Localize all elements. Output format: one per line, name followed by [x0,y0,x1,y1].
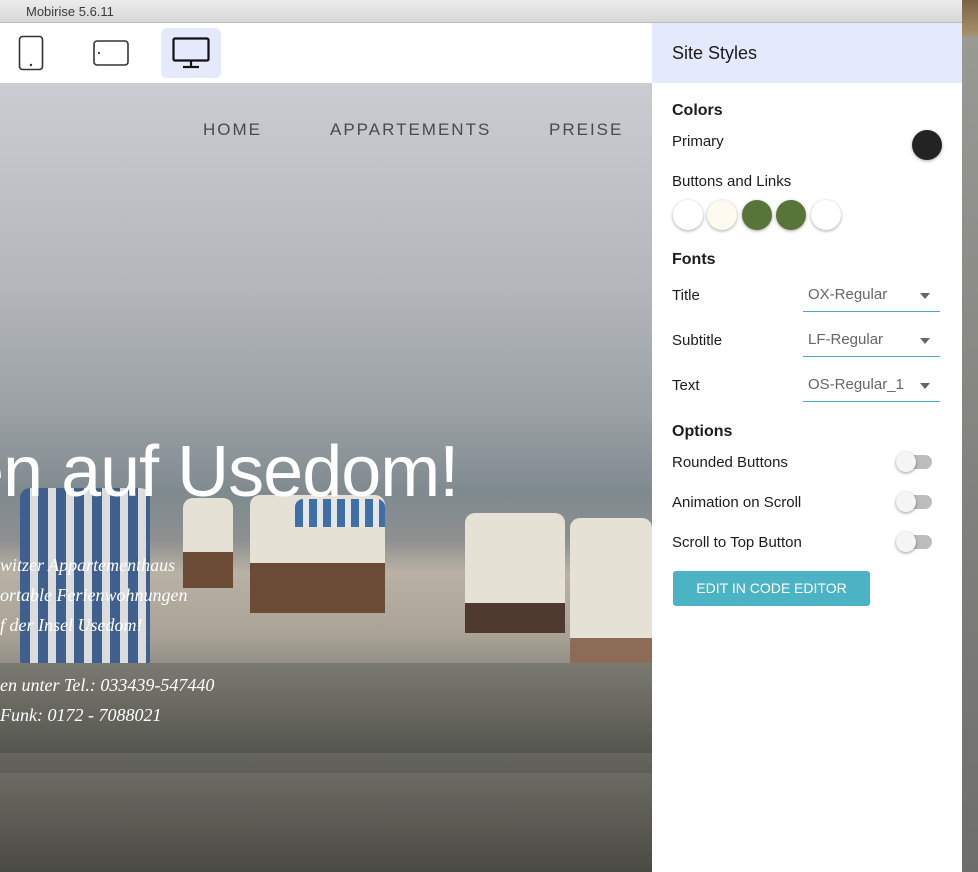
nav-link-appartements[interactable]: APPARTEMENTS [330,120,491,140]
text-font-select[interactable]: OS-Regular_1 [803,370,940,402]
hero-title: en auf Usedom! [0,432,459,512]
buttons-links-label: Buttons and Links [672,173,792,190]
driftwood-image [0,773,652,872]
fonts-heading: Fonts [672,251,716,268]
site-preview[interactable]: HOME APPARTEMENTS PREISE en auf Usedom! … [0,83,652,872]
options-heading: Options [672,423,733,440]
title-font-value: OX-Regular [808,286,888,303]
button-color-swatch[interactable] [742,200,772,230]
chevron-down-icon [920,293,930,299]
title-font-label: Title [672,287,700,304]
scroll-top-label: Scroll to Top Button [672,534,802,551]
tablet-view-button[interactable] [81,28,141,78]
animation-scroll-toggle[interactable] [896,492,932,512]
button-color-swatch[interactable] [811,200,841,230]
button-color-swatch[interactable] [673,200,703,230]
subtitle-font-value: LF-Regular [808,331,884,348]
desktop-view-button[interactable] [161,28,221,78]
window-titlebar: Mobirise 5.6.11 [0,0,962,23]
title-font-select[interactable]: OX-Regular [803,280,940,312]
chevron-down-icon [920,338,930,344]
nav-link-home[interactable]: HOME [203,120,262,140]
rounded-buttons-toggle[interactable] [896,452,932,472]
device-toolbar [0,23,652,83]
beach-chair-image [570,518,652,678]
primary-color-swatch[interactable] [912,130,942,160]
phone-view-button[interactable] [1,28,61,78]
hero-text-line: Funk: 0172 - 7088021 [0,705,162,725]
animation-scroll-label: Animation on Scroll [672,494,802,511]
phone-icon [18,35,44,71]
colors-heading: Colors [672,102,723,119]
window-title: Mobirise 5.6.11 [26,4,114,19]
primary-color-label: Primary [672,133,724,150]
beach-chair-image [465,513,565,633]
button-color-swatch[interactable] [707,200,737,230]
panel-title: Site Styles [652,23,962,83]
nav-link-preise[interactable]: PREISE [549,120,623,140]
chevron-down-icon [920,383,930,389]
site-styles-panel: Site Styles Colors Primary Buttons and L… [652,23,962,872]
subtitle-font-label: Subtitle [672,332,723,349]
text-font-label: Text [672,377,700,394]
hero-text-line: en unter Tel.: 033439-547440 [0,675,215,695]
desktop-icon [172,37,210,69]
hero-text-line: witzer Appartementhaus [0,555,176,575]
edit-in-code-editor-button[interactable]: EDIT IN CODE EDITOR [673,571,870,606]
scroll-top-toggle[interactable] [896,532,932,552]
tablet-icon [93,40,129,66]
hero-text-line: f der Insel Usedom! [0,615,143,635]
button-color-swatch[interactable] [776,200,806,230]
text-font-value: OS-Regular_1 [808,376,904,393]
hero-text-line: ortable Ferienwohnungen [0,585,188,605]
subtitle-font-select[interactable]: LF-Regular [803,325,940,357]
rounded-buttons-label: Rounded Buttons [672,454,788,471]
desktop-background-edge [962,36,978,872]
